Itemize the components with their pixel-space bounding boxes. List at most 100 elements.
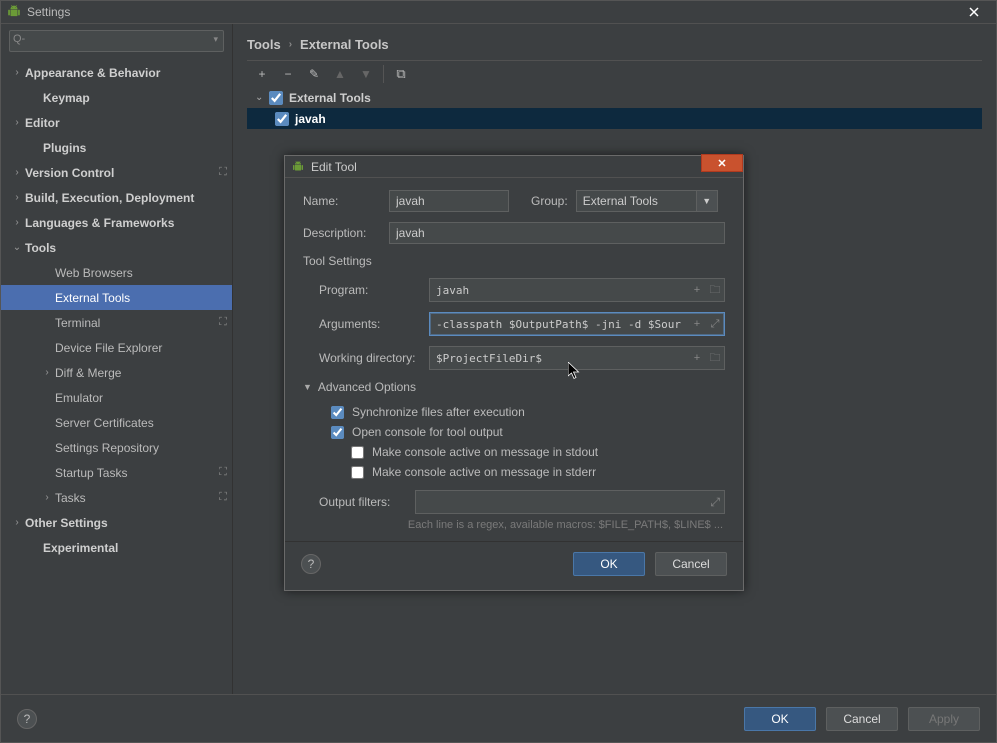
settings-titlebar: Settings — [1, 1, 996, 24]
settings-search[interactable]: Q- ▾ — [9, 30, 224, 52]
dialog-ok-button[interactable]: OK — [573, 552, 645, 576]
sidebar-item-settings-repository[interactable]: Settings Repository — [1, 435, 232, 460]
sidebar-item-startup-tasks[interactable]: Startup Tasks⛶ — [1, 460, 232, 485]
chevron-down-icon: ▼ — [303, 382, 312, 392]
external-tools-toolbar: + − ✎ ▲ ▼ ⧉ — [247, 61, 982, 87]
move-down-button[interactable]: ▼ — [355, 63, 377, 85]
sidebar-item-terminal[interactable]: Terminal⛶ — [1, 310, 232, 335]
sidebar-item-experimental[interactable]: Experimental — [1, 535, 232, 560]
move-up-button[interactable]: ▲ — [329, 63, 351, 85]
browse-button[interactable]: 🗀 — [706, 347, 724, 369]
group-select[interactable]: ▼ — [576, 190, 718, 212]
dialog-cancel-button[interactable]: Cancel — [655, 552, 727, 576]
sidebar-item-label: Version Control — [23, 166, 214, 180]
description-input[interactable] — [389, 222, 725, 244]
sidebar-item-tasks[interactable]: ›Tasks⛶ — [1, 485, 232, 510]
search-prefix: Q- — [13, 33, 25, 45]
chevron-icon: › — [11, 117, 23, 128]
ok-button[interactable]: OK — [744, 707, 816, 731]
android-icon — [7, 5, 21, 19]
output-filters-label: Output filters: — [319, 495, 407, 509]
sidebar-item-emulator[interactable]: Emulator — [1, 385, 232, 410]
open-console-label: Open console for tool output — [352, 425, 503, 439]
sidebar-item-label: Tools — [23, 241, 232, 255]
open-console-checkbox[interactable] — [331, 426, 344, 439]
sidebar-item-tools[interactable]: ⌄Tools — [1, 235, 232, 260]
dialog-title: Edit Tool — [311, 160, 357, 174]
workdir-input[interactable] — [430, 347, 688, 369]
javah-checkbox[interactable] — [275, 112, 289, 126]
sidebar-item-label: Terminal — [53, 316, 214, 330]
android-icon — [291, 160, 305, 174]
add-button[interactable]: + — [251, 63, 273, 85]
window-close-button[interactable] — [958, 3, 990, 21]
sidebar-item-label: Languages & Frameworks — [23, 216, 232, 230]
sidebar-item-external-tools[interactable]: External Tools — [1, 285, 232, 310]
stderr-checkbox[interactable] — [351, 466, 364, 479]
insert-macro-button[interactable]: + — [688, 313, 706, 335]
copy-button[interactable]: ⧉ — [390, 63, 412, 85]
name-input[interactable] — [389, 190, 509, 212]
sidebar-item-diff-merge[interactable]: ›Diff & Merge — [1, 360, 232, 385]
arguments-input[interactable] — [430, 313, 688, 335]
expand-icon[interactable]: ⤢ — [710, 495, 720, 510]
sidebar-item-label: Keymap — [41, 91, 232, 105]
sidebar-item-label: Web Browsers — [53, 266, 232, 280]
sidebar-item-label: Device File Explorer — [53, 341, 232, 355]
sidebar-item-editor[interactable]: ›Editor — [1, 110, 232, 135]
sidebar-item-version-control[interactable]: ›Version Control⛶ — [1, 160, 232, 185]
sidebar-item-keymap[interactable]: Keymap — [1, 85, 232, 110]
toolbar-separator — [383, 65, 384, 83]
chevron-icon: ⌄ — [11, 242, 23, 253]
cancel-button[interactable]: Cancel — [826, 707, 898, 731]
advanced-options-toggle[interactable]: ▼ Advanced Options — [303, 380, 725, 394]
dialog-titlebar: Edit Tool ✕ — [285, 156, 743, 178]
sync-checkbox[interactable] — [331, 406, 344, 419]
sidebar-item-plugins[interactable]: Plugins — [1, 135, 232, 160]
sidebar-item-build-execution-deployment[interactable]: ›Build, Execution, Deployment — [1, 185, 232, 210]
apply-button[interactable]: Apply — [908, 707, 980, 731]
program-label: Program: — [319, 283, 421, 297]
browse-button[interactable]: 🗀 — [706, 279, 724, 301]
tree-root-external-tools[interactable]: ⌄ External Tools — [247, 87, 982, 108]
chevron-icon: › — [11, 67, 23, 78]
settings-sidebar: Q- ▾ ›Appearance & Behavior Keymap ›Editor… — [1, 24, 233, 694]
settings-footer: ? OK Cancel Apply — [1, 694, 996, 742]
sidebar-item-label: Startup Tasks — [53, 466, 214, 480]
search-input[interactable] — [9, 30, 224, 52]
tree-root-label: External Tools — [289, 91, 371, 105]
sidebar-item-server-certificates[interactable]: Server Certificates — [1, 410, 232, 435]
sidebar-item-device-file-explorer[interactable]: Device File Explorer — [1, 335, 232, 360]
breadcrumb-current: External Tools — [300, 37, 389, 52]
sidebar-item-other-settings[interactable]: ›Other Settings — [1, 510, 232, 535]
sidebar-item-languages-frameworks[interactable]: ›Languages & Frameworks — [1, 210, 232, 235]
dialog-help-button[interactable]: ? — [301, 554, 321, 574]
tree-item-label: javah — [295, 112, 326, 126]
breadcrumb-parent[interactable]: Tools — [247, 37, 281, 52]
edit-button[interactable]: ✎ — [303, 63, 325, 85]
tree-item-javah[interactable]: javah — [247, 108, 982, 129]
dialog-close-button[interactable]: ✕ — [701, 154, 743, 172]
expand-button[interactable]: ⤢ — [706, 313, 724, 335]
insert-macro-button[interactable]: + — [688, 279, 706, 301]
sidebar-item-label: Tasks — [53, 491, 214, 505]
filters-hint: Each line is a regex, available macros: … — [303, 519, 725, 531]
output-filters-input[interactable]: ⤢ — [415, 490, 725, 514]
stderr-label: Make console active on message in stderr — [372, 465, 596, 479]
remove-button[interactable]: − — [277, 63, 299, 85]
sidebar-item-web-browsers[interactable]: Web Browsers — [1, 260, 232, 285]
insert-macro-button[interactable]: + — [688, 347, 706, 369]
chevron-down-icon: ⌄ — [255, 92, 269, 103]
root-checkbox[interactable] — [269, 91, 283, 105]
help-button[interactable]: ? — [17, 709, 37, 729]
breadcrumb-separator: › — [289, 39, 292, 50]
sidebar-item-label: Emulator — [53, 391, 232, 405]
advanced-options-label: Advanced Options — [318, 380, 416, 394]
group-select-input[interactable] — [576, 190, 696, 212]
stdout-checkbox[interactable] — [351, 446, 364, 459]
sidebar-item-appearance-behavior[interactable]: ›Appearance & Behavior — [1, 60, 232, 85]
group-select-toggle[interactable]: ▼ — [696, 190, 718, 212]
chevron-icon: › — [11, 217, 23, 228]
program-input[interactable] — [430, 279, 688, 301]
project-scope-icon: ⛶ — [214, 316, 232, 329]
